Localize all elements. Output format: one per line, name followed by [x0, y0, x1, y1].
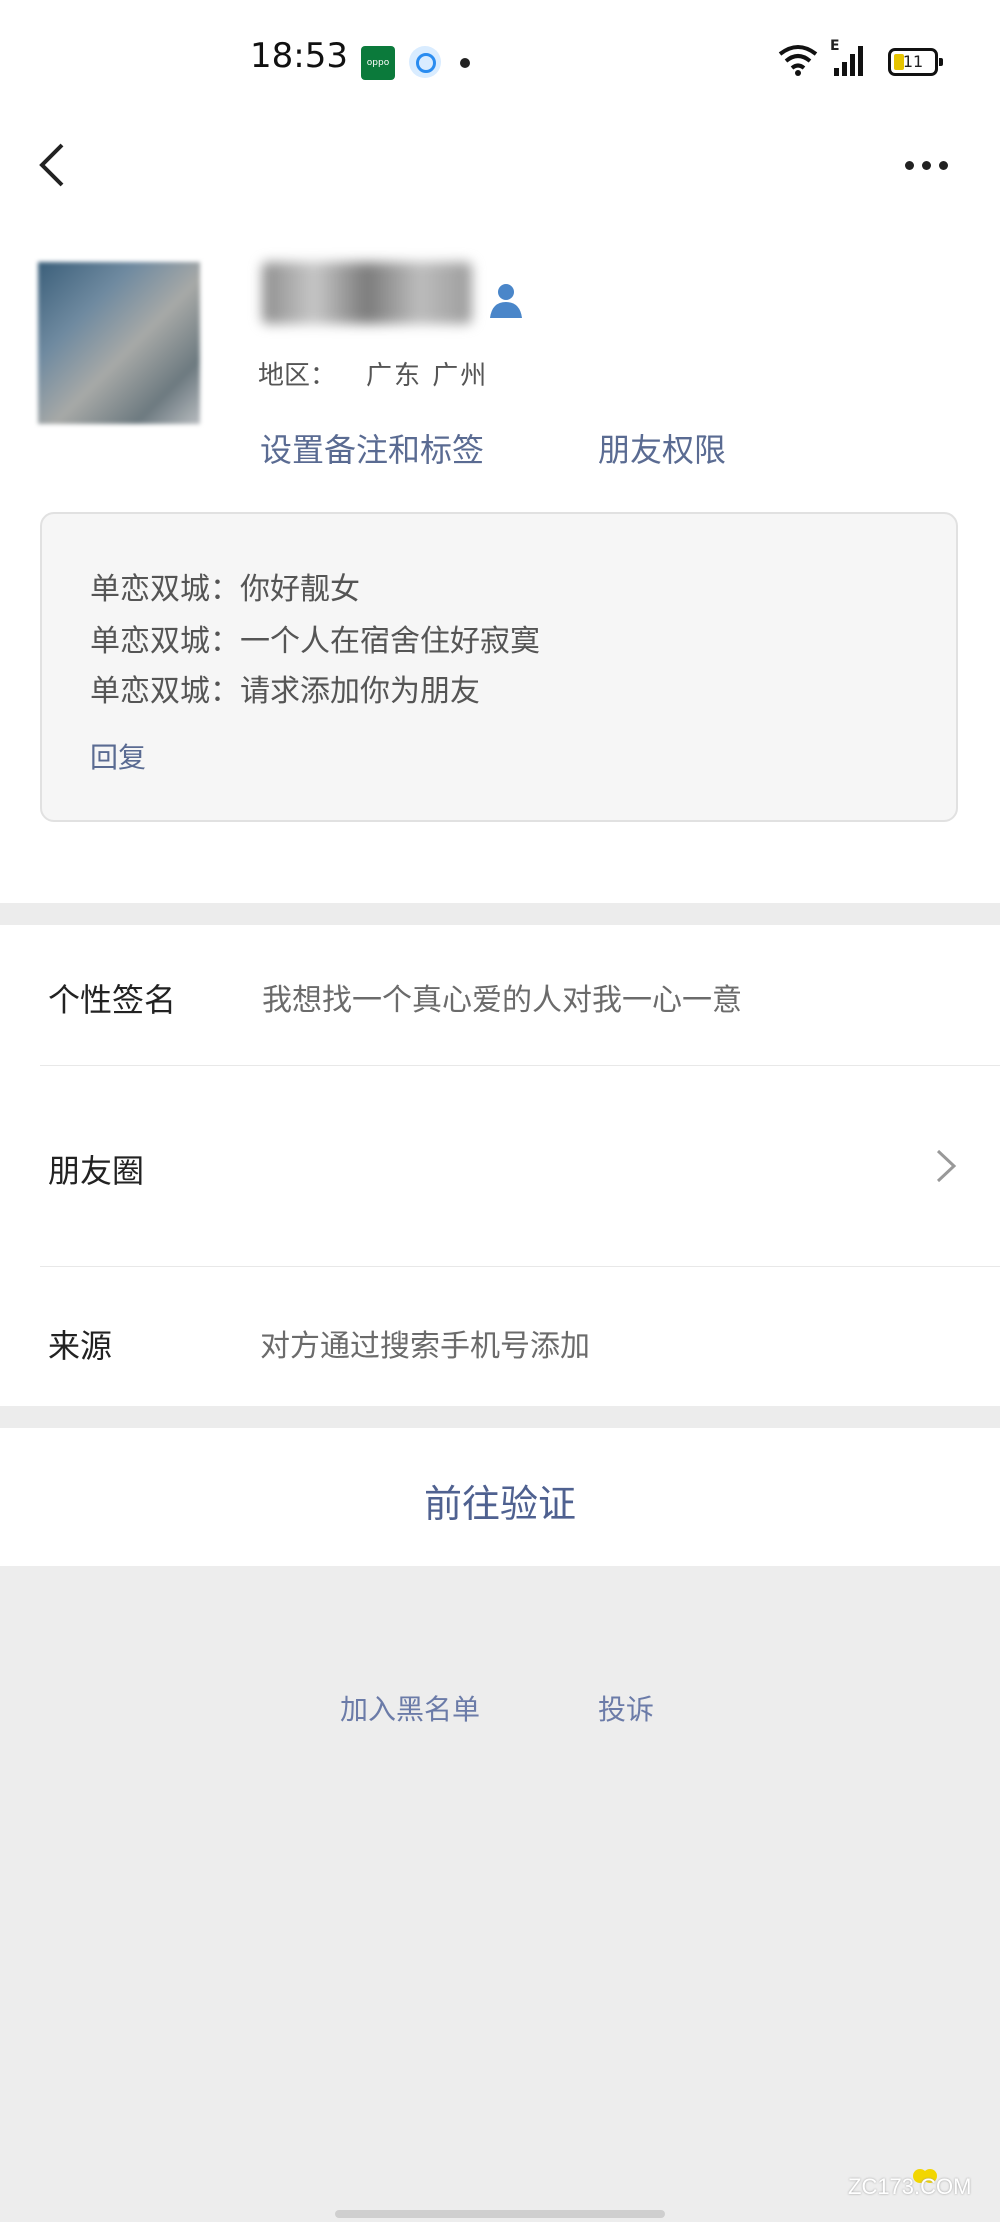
region-label: 地区：: [258, 361, 337, 391]
chevron-right-icon: [936, 1149, 957, 1183]
signature-label: 个性签名: [48, 981, 177, 1019]
avatar[interactable]: [38, 262, 200, 424]
greeting-line: 单恋双城：请求添加你为朋友: [90, 674, 480, 709]
status-time: 18:53: [250, 36, 348, 76]
more-options-button[interactable]: [905, 150, 955, 180]
status-bar: 18:53 oppo E 11: [0, 0, 1000, 120]
add-to-blacklist-link[interactable]: 加入黑名单: [340, 1688, 480, 1728]
back-button[interactable]: [34, 140, 74, 190]
section-divider: [0, 903, 1000, 925]
notification-dot-icon: [460, 58, 470, 68]
bottom-actions: 加入黑名单 投诉 ZC173.COM: [0, 1566, 1000, 2222]
section-divider: [0, 1406, 1000, 1428]
moments-row[interactable]: 朋友圈: [40, 1066, 1000, 1266]
watermark: ZC173.COM: [848, 2174, 972, 2199]
greeting-message-box: 单恋双城：你好靓女 单恋双城：一个人在宿舍住好寂寞 单恋双城：请求添加你为朋友 …: [40, 512, 958, 822]
reply-link[interactable]: 回复: [90, 736, 146, 776]
signature-value: 我想找一个真心爱的人对我一心一意: [262, 983, 742, 1018]
home-indicator[interactable]: [335, 2210, 665, 2218]
source-value: 对方通过搜索手机号添加: [260, 1329, 590, 1364]
nickname-blurred: [262, 262, 472, 324]
signature-row: 个性签名 我想找一个真心爱的人对我一心一意: [40, 925, 1000, 1065]
chevron-left-icon: [39, 143, 64, 187]
battery-icon: 11: [888, 48, 943, 76]
source-row: 来源 对方通过搜索手机号添加: [40, 1267, 1000, 1406]
more-dots-icon: [905, 160, 914, 170]
app-notification-icon: oppo: [361, 46, 395, 80]
cellular-signal-icon: E: [830, 38, 870, 78]
greeting-line: 单恋双城：一个人在宿舍住好寂寞: [90, 624, 540, 659]
source-label: 来源: [48, 1327, 113, 1365]
verify-button[interactable]: 前往验证: [0, 1473, 1000, 1528]
set-remark-and-tags-link[interactable]: 设置备注和标签: [260, 425, 484, 471]
browser-notification-icon: [409, 46, 441, 78]
greeting-line: 单恋双城：你好靓女: [90, 572, 360, 607]
verify-section: 前往验证: [0, 1428, 1000, 1566]
wifi-icon: [778, 45, 818, 76]
complain-link[interactable]: 投诉: [598, 1688, 654, 1728]
user-icon: [490, 284, 522, 318]
friend-permission-link[interactable]: 朋友权限: [598, 425, 726, 471]
region-value: 广东 广州: [366, 361, 489, 391]
moments-label: 朋友圈: [48, 1152, 145, 1190]
